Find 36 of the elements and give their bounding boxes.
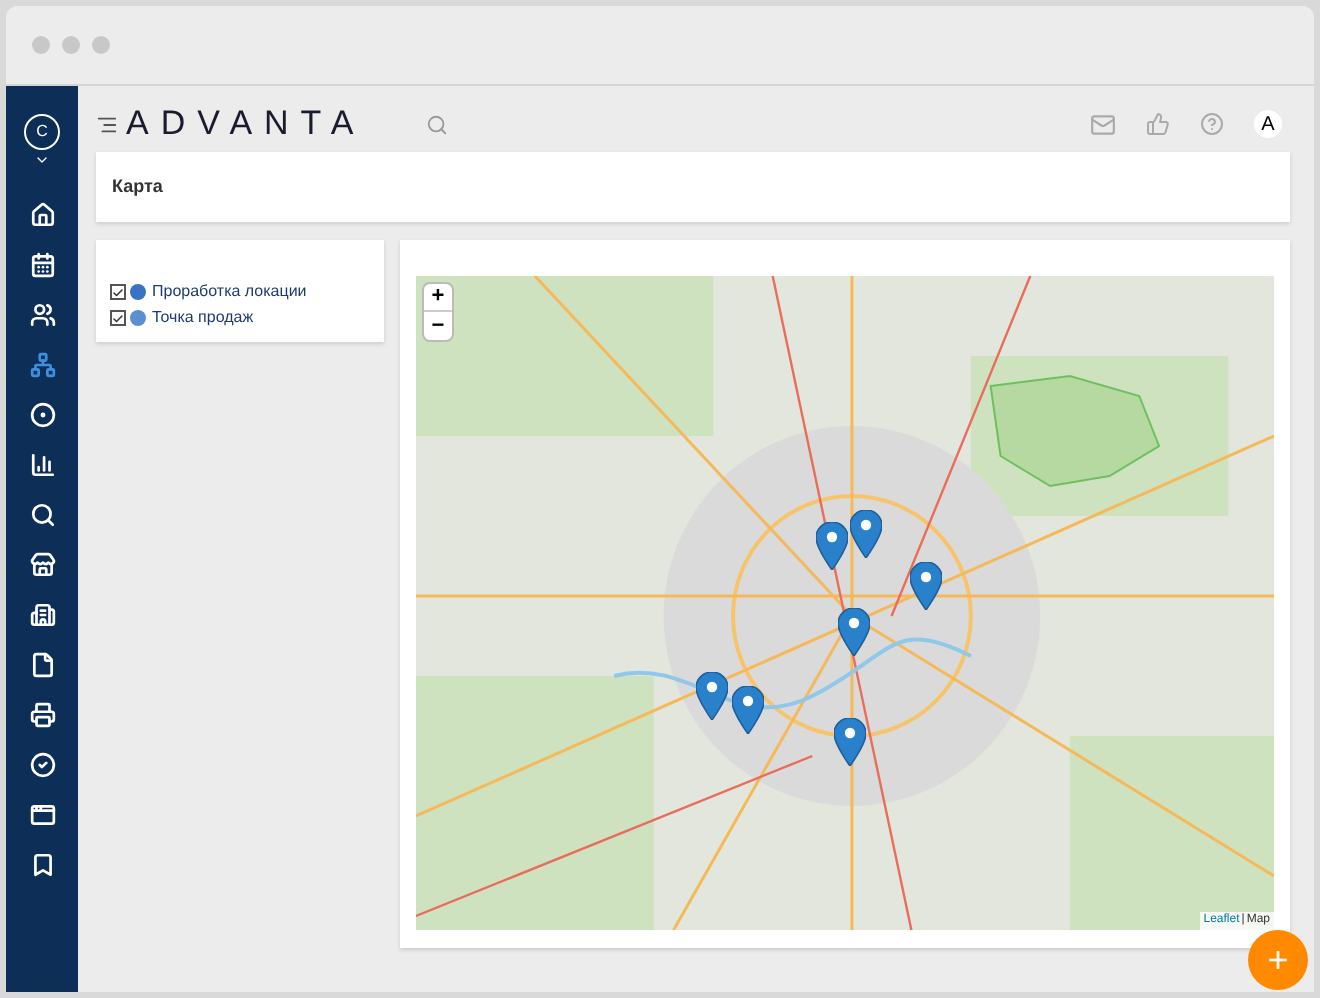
layer-checkbox[interactable] (110, 284, 126, 300)
check-circle-icon[interactable] (29, 752, 55, 778)
map-marker-icon[interactable] (732, 685, 765, 734)
calendar-icon[interactable] (29, 252, 55, 278)
map-marker-icon[interactable] (816, 522, 849, 571)
file-icon[interactable] (29, 652, 55, 678)
zoom-out-button[interactable]: − (424, 312, 452, 340)
logo: ADVANTA (126, 102, 366, 147)
user-avatar[interactable]: A (1254, 110, 1282, 138)
map-marker-icon[interactable] (696, 672, 728, 721)
layer-marker-icon (130, 284, 146, 300)
user-avatar[interactable]: C (24, 114, 60, 150)
layer-marker-icon (130, 310, 146, 326)
hierarchy-icon[interactable] (29, 352, 55, 378)
users-icon[interactable] (29, 302, 55, 328)
search-icon[interactable] (29, 502, 55, 528)
page-title: Карта (112, 173, 163, 200)
map-marker-icon[interactable] (910, 561, 943, 610)
printer-icon[interactable] (29, 702, 55, 728)
building-icon[interactable] (29, 602, 55, 628)
menu-icon[interactable] (96, 113, 118, 135)
home-icon[interactable] (29, 202, 55, 228)
circle-icon[interactable] (29, 402, 55, 428)
layer-label: Проработка локации (152, 280, 307, 304)
store-icon[interactable] (29, 552, 55, 578)
map-marker-icon[interactable] (833, 718, 866, 767)
layer-label: Точка продаж (152, 306, 254, 330)
chevron-down-icon[interactable] (34, 152, 50, 168)
thumbs-up-icon[interactable] (1146, 112, 1170, 136)
chart-icon[interactable] (29, 452, 55, 478)
window-icon[interactable] (29, 802, 55, 828)
map-marker-icon[interactable] (837, 607, 870, 656)
map-marker-icon[interactable] (850, 509, 883, 558)
bookmark-icon[interactable] (29, 852, 55, 878)
layer-checkbox[interactable] (110, 310, 126, 326)
zoom-in-button[interactable]: + (424, 284, 452, 312)
